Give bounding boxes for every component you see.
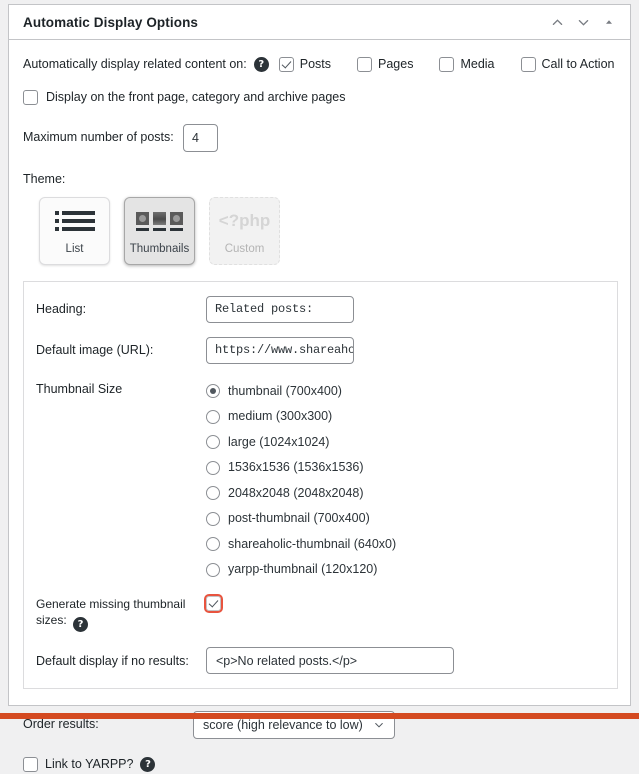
bottom-accent-bar	[0, 713, 639, 719]
checkbox-front-page[interactable]	[23, 89, 38, 105]
radio-large[interactable]: large (1024x1024)	[206, 434, 396, 452]
link-yarpp-label: Link to YARPP?	[45, 757, 134, 772]
radio-1536-control[interactable]	[206, 460, 220, 475]
thumbnail-options-panel: Heading: Related posts: Default image (U…	[23, 280, 618, 690]
thumbnails-theme-icon	[136, 206, 183, 236]
no-results-row: Default display if no results: <p>No rel…	[36, 647, 603, 675]
radio-shareaholic-thumbnail-label: shareaholic-thumbnail (640x0)	[228, 536, 397, 551]
radio-shareaholic-thumbnail[interactable]: shareaholic-thumbnail (640x0)	[206, 536, 396, 554]
php-theme-icon-text: <?php	[218, 211, 271, 230]
thumbnail-size-radio-group: thumbnail (700x400) medium (300x300) lar…	[206, 382, 396, 579]
radio-medium-control[interactable]	[206, 409, 220, 424]
metabox-header-actions	[544, 9, 622, 35]
heading-label: Heading:	[36, 302, 87, 316]
radio-2048-control[interactable]	[206, 486, 220, 501]
checkbox-pages[interactable]	[357, 57, 373, 73]
radio-shareaholic-thumbnail-control[interactable]	[206, 537, 220, 552]
help-icon[interactable]: ?	[140, 757, 156, 773]
radio-1536[interactable]: 1536x1536 (1536x1536)	[206, 459, 396, 477]
heading-input[interactable]: Related posts:	[206, 295, 354, 323]
thumbnail-size-label: Thumbnail Size	[36, 381, 123, 396]
auto-display-checkbox-group: Posts Pages Media Call to Action	[278, 56, 615, 74]
theme-card-custom[interactable]: <?php Custom	[209, 196, 280, 265]
checkbox-generate-thumbnails[interactable]	[204, 593, 223, 613]
chevron-down-icon	[373, 719, 385, 731]
order-results-label: Order results:	[23, 717, 99, 732]
default-image-input[interactable]: https://www.shareaholic.net/	[206, 336, 354, 364]
auto-display-row: Automatically display related content on…	[23, 56, 616, 74]
max-posts-row: Maximum number of posts: 4	[23, 124, 616, 152]
checkbox-media-label: Media	[460, 57, 495, 71]
checkbox-call-to-action-item: Call to Action	[520, 56, 615, 74]
front-page-label: Display on the front page, category and …	[46, 89, 346, 104]
heading-row: Heading: Related posts:	[36, 295, 603, 323]
theme-card-custom-label: Custom	[224, 243, 265, 255]
metabox-header: Automatic Display Options	[9, 5, 630, 40]
checkbox-posts-label: Posts	[299, 57, 332, 71]
radio-2048[interactable]: 2048x2048 (2048x2048)	[206, 485, 396, 503]
automatic-display-options-metabox: Automatic Display Options Automatically …	[8, 4, 631, 773]
no-results-textarea[interactable]: <p>No related posts.</p>	[206, 647, 454, 675]
checkbox-call-to-action-label: Call to Action	[541, 57, 615, 71]
front-page-row: Display on the front page, category and …	[23, 89, 616, 107]
checkbox-posts[interactable]	[278, 57, 294, 73]
link-yarpp-row: Link to YARPP? ?	[23, 756, 616, 774]
radio-thumbnail-label: thumbnail (700x400)	[228, 383, 342, 398]
move-down-icon[interactable]	[570, 9, 596, 35]
radio-large-control[interactable]	[206, 435, 220, 450]
generate-thumbnails-row: Generate missing thumbnail sizes: ?	[36, 593, 603, 633]
default-image-row: Default image (URL): https://www.shareah…	[36, 336, 603, 364]
toggle-panel-icon[interactable]	[596, 9, 622, 35]
php-theme-icon: <?php	[219, 206, 270, 236]
help-icon[interactable]: ?	[73, 617, 89, 633]
checkbox-posts-item: Posts	[278, 56, 332, 74]
thumbnail-size-row: Thumbnail Size thumbnail (700x400) mediu…	[36, 382, 603, 579]
radio-2048-label: 2048x2048 (2048x2048)	[228, 485, 364, 500]
checkbox-call-to-action[interactable]	[520, 57, 536, 73]
list-theme-icon	[54, 206, 95, 236]
max-posts-input[interactable]: 4	[183, 124, 218, 152]
radio-1536-label: 1536x1536 (1536x1536)	[228, 460, 364, 474]
radio-yarpp-thumbnail-control[interactable]	[206, 562, 220, 577]
radio-post-thumbnail[interactable]: post-thumbnail (700x400)	[206, 510, 396, 528]
move-up-icon[interactable]	[544, 9, 570, 35]
radio-yarpp-thumbnail-label: yarpp-thumbnail (120x120)	[228, 562, 378, 576]
max-posts-label: Maximum number of posts:	[23, 130, 174, 145]
default-image-label: Default image (URL):	[36, 343, 154, 357]
radio-post-thumbnail-label: post-thumbnail (700x400)	[228, 511, 370, 525]
generate-thumbnails-text: Generate missing thumbnail sizes:	[36, 596, 186, 627]
radio-thumbnail-control[interactable]	[206, 384, 220, 399]
radio-post-thumbnail-control[interactable]	[206, 511, 220, 526]
radio-medium-label: medium (300x300)	[228, 409, 333, 423]
order-results-value: score (high relevance to low)	[203, 718, 363, 733]
theme-card-list-label: List	[65, 243, 84, 255]
radio-medium[interactable]: medium (300x300)	[206, 408, 396, 426]
metabox-body: Automatically display related content on…	[9, 40, 630, 774]
no-results-label: Default display if no results:	[36, 653, 189, 668]
radio-yarpp-thumbnail[interactable]: yarpp-thumbnail (120x120)	[206, 561, 396, 579]
theme-card-thumbnails[interactable]: Thumbnails	[124, 196, 195, 265]
theme-selector: List Thumbnails <?php Custom	[23, 196, 616, 265]
checkbox-media[interactable]	[439, 57, 455, 73]
radio-large-label: large (1024x1024)	[228, 434, 330, 449]
checkbox-media-item: Media	[439, 56, 495, 74]
checkbox-pages-label: Pages	[378, 57, 414, 71]
auto-display-label: Automatically display related content on…	[23, 57, 247, 71]
theme-card-thumbnails-label: Thumbnails	[129, 243, 190, 255]
checkbox-link-yarpp[interactable]	[23, 757, 38, 773]
theme-card-list[interactable]: List	[39, 196, 110, 265]
generate-thumbnails-label: Generate missing thumbnail sizes: ?	[36, 596, 206, 633]
help-icon[interactable]: ?	[253, 57, 269, 73]
radio-thumbnail[interactable]: thumbnail (700x400)	[206, 383, 396, 401]
page-title: Automatic Display Options	[23, 14, 199, 30]
theme-label: Theme:	[23, 172, 66, 186]
checkbox-pages-item: Pages	[357, 56, 413, 74]
